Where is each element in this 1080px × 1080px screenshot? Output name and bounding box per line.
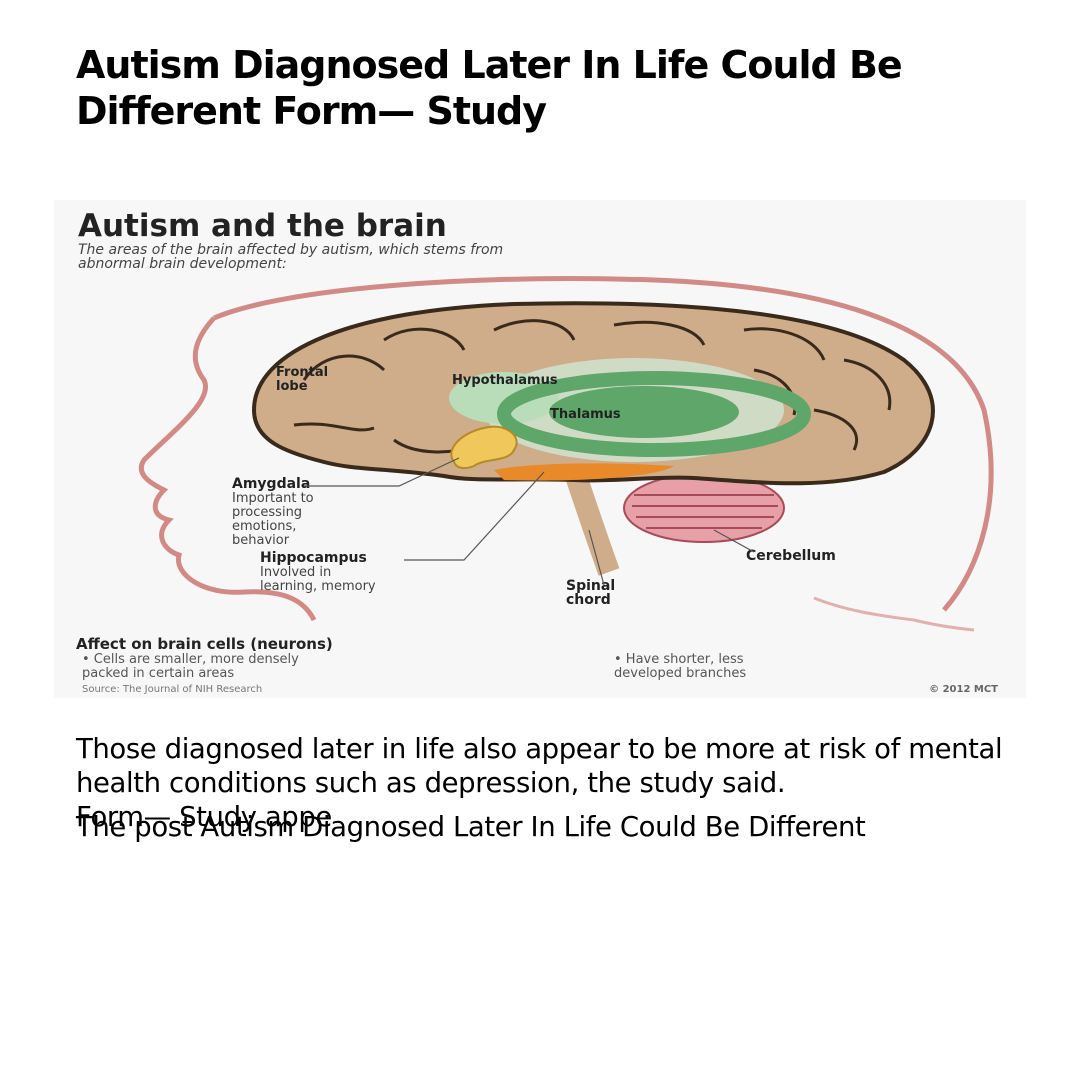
label-thalamus: Thalamus: [550, 407, 621, 422]
infographic-subtitle-2: abnormal brain development:: [78, 256, 287, 272]
effect-2-line-2: developed branches: [614, 666, 746, 681]
truncated-line-2: The post Autism Diagnosed Later In Life …: [76, 811, 866, 843]
effects-heading: Affect on brain cells (neurons): [76, 635, 333, 653]
label-hippocampus: Hippocampus: [260, 550, 367, 566]
label-frontal-2: lobe: [276, 379, 308, 394]
spinal-cord: [563, 466, 620, 576]
label-amygdala-desc-3: emotions,: [232, 519, 296, 534]
article-paragraph: Those diagnosed later in life also appea…: [76, 733, 1003, 799]
article-headline: Autism Diagnosed Later In Life Could Be …: [76, 43, 903, 133]
brain-diagram: Autism and the brain The areas of the br…: [76, 208, 998, 695]
label-amygdala: Amygdala: [232, 476, 310, 492]
label-amygdala-desc-1: Important to: [232, 491, 314, 506]
autism-brain-infographic: Autism and the brain The areas of the br…: [54, 200, 1026, 698]
infographic-title: Autism and the brain: [78, 208, 447, 244]
label-hippocampus-desc-2: learning, memory: [260, 579, 376, 594]
label-amygdala-desc-2: processing: [232, 505, 302, 520]
label-hippocampus-desc-1: Involved in: [260, 565, 331, 580]
infographic-source: Source: The Journal of NIH Research: [82, 684, 262, 695]
effect-1-line-2: packed in certain areas: [82, 666, 234, 681]
infographic-credit: © 2012 MCT: [929, 684, 998, 695]
label-frontal-1: Frontal: [276, 365, 328, 380]
effect-2-line-1: • Have shorter, less: [614, 652, 744, 667]
label-cerebellum: Cerebellum: [746, 548, 836, 564]
label-spinal-2: chord: [566, 592, 611, 608]
label-hypothalamus: Hypothalamus: [452, 373, 558, 388]
label-amygdala-desc-4: behavior: [232, 533, 290, 548]
effect-1-line-1: • Cells are smaller, more densely: [82, 652, 299, 667]
